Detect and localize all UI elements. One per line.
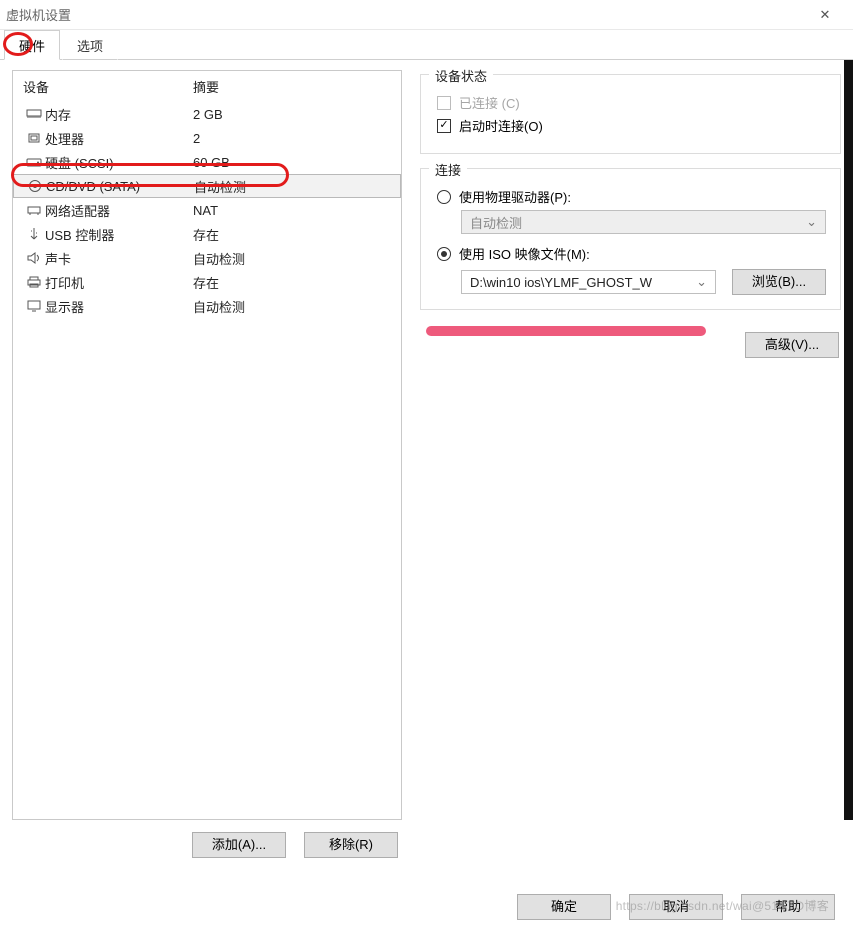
chevron-down-icon: ⌄ <box>806 214 817 230</box>
harddisk-icon <box>23 155 45 169</box>
device-row-memory[interactable]: 内存 2 GB <box>13 102 401 126</box>
physical-drive-value: 自动检测 <box>470 213 522 232</box>
checkbox-icon <box>437 96 451 110</box>
titlebar: 虚拟机设置 ✕ <box>0 0 853 30</box>
list-header: 设备 摘要 <box>13 71 401 102</box>
usb-icon <box>23 227 45 241</box>
device-name: 声卡 <box>45 249 193 268</box>
device-summary: 存在 <box>193 225 391 244</box>
device-row-harddisk[interactable]: 硬盘 (SCSI) 60 GB <box>13 150 401 174</box>
side-dark-strip <box>844 60 853 820</box>
device-name: 处理器 <box>45 129 193 148</box>
device-row-network[interactable]: 网络适配器 NAT <box>13 198 401 222</box>
device-name: CD/DVD (SATA) <box>46 179 194 194</box>
iso-label: 使用 ISO 映像文件(M): <box>459 244 590 263</box>
tab-row: 硬件 选项 <box>0 30 853 60</box>
device-summary: 存在 <box>193 273 391 292</box>
device-row-cddvd[interactable]: CD/DVD (SATA) 自动检测 <box>13 174 401 198</box>
dialog-footer: 确定 取消 帮助 <box>517 894 835 920</box>
radio-icon <box>437 190 451 204</box>
chevron-down-icon: ⌄ <box>696 274 707 290</box>
device-name: USB 控制器 <box>45 225 193 244</box>
disc-icon <box>24 179 46 193</box>
header-device: 设备 <box>23 77 193 96</box>
ok-button[interactable]: 确定 <box>517 894 611 920</box>
device-row-usb[interactable]: USB 控制器 存在 <box>13 222 401 246</box>
device-summary: 自动检测 <box>194 177 390 196</box>
sound-icon <box>23 251 45 265</box>
physical-label: 使用物理驱动器(P): <box>459 187 571 206</box>
device-list: 设备 摘要 内存 2 GB 处理器 2 硬盘 (SCSI) 60 GB CD/D… <box>12 70 402 820</box>
checkbox-icon: ✓ <box>437 119 451 133</box>
radio-iso[interactable]: 使用 ISO 映像文件(M): <box>437 244 824 263</box>
device-name: 网络适配器 <box>45 201 193 220</box>
connected-checkbox[interactable]: 已连接 (C) <box>437 93 824 112</box>
device-summary: 2 <box>193 131 391 146</box>
device-summary: 自动检测 <box>193 297 391 316</box>
device-row-printer[interactable]: 打印机 存在 <box>13 270 401 294</box>
connection-group: 连接 使用物理驱动器(P): 自动检测 ⌄ 使用 ISO 映像文件(M): D:… <box>420 168 841 310</box>
browse-button[interactable]: 浏览(B)... <box>732 269 826 295</box>
tab-hardware[interactable]: 硬件 <box>4 30 60 60</box>
device-summary: 60 GB <box>193 155 391 170</box>
add-button[interactable]: 添加(A)... <box>192 832 286 858</box>
iso-path-select[interactable]: D:\win10 ios\YLMF_GHOST_W ⌄ <box>461 270 716 294</box>
iso-path-value: D:\win10 ios\YLMF_GHOST_W <box>470 275 652 290</box>
physical-drive-select[interactable]: 自动检测 ⌄ <box>461 210 826 234</box>
printer-icon <box>23 275 45 289</box>
device-name: 硬盘 (SCSI) <box>45 153 193 172</box>
device-summary: 自动检测 <box>193 249 391 268</box>
cpu-icon <box>23 131 45 145</box>
group-legend: 连接 <box>429 160 467 179</box>
network-icon <box>23 203 45 217</box>
help-button[interactable]: 帮助 <box>741 894 835 920</box>
radio-icon <box>437 247 451 261</box>
device-name: 显示器 <box>45 297 193 316</box>
close-icon[interactable]: ✕ <box>805 7 845 23</box>
remove-button[interactable]: 移除(R) <box>304 832 398 858</box>
device-name: 打印机 <box>45 273 193 292</box>
display-icon <box>23 299 45 313</box>
device-status-group: 设备状态 已连接 (C) ✓ 启动时连接(O) <box>420 74 841 154</box>
radio-physical[interactable]: 使用物理驱动器(P): <box>437 187 824 206</box>
header-summary: 摘要 <box>193 77 391 96</box>
advanced-button[interactable]: 高级(V)... <box>745 332 839 358</box>
tab-options[interactable]: 选项 <box>62 30 118 60</box>
connect-poweron-checkbox[interactable]: ✓ 启动时连接(O) <box>437 116 824 135</box>
group-legend: 设备状态 <box>429 66 493 85</box>
window-title: 虚拟机设置 <box>6 5 71 24</box>
memory-icon <box>23 107 45 121</box>
cancel-button[interactable]: 取消 <box>629 894 723 920</box>
device-summary: 2 GB <box>193 107 391 122</box>
device-row-soundcard[interactable]: 声卡 自动检测 <box>13 246 401 270</box>
device-row-display[interactable]: 显示器 自动检测 <box>13 294 401 318</box>
connected-label: 已连接 (C) <box>459 93 520 112</box>
connect-poweron-label: 启动时连接(O) <box>459 116 543 135</box>
device-name: 内存 <box>45 105 193 124</box>
device-row-processor[interactable]: 处理器 2 <box>13 126 401 150</box>
device-summary: NAT <box>193 203 391 218</box>
